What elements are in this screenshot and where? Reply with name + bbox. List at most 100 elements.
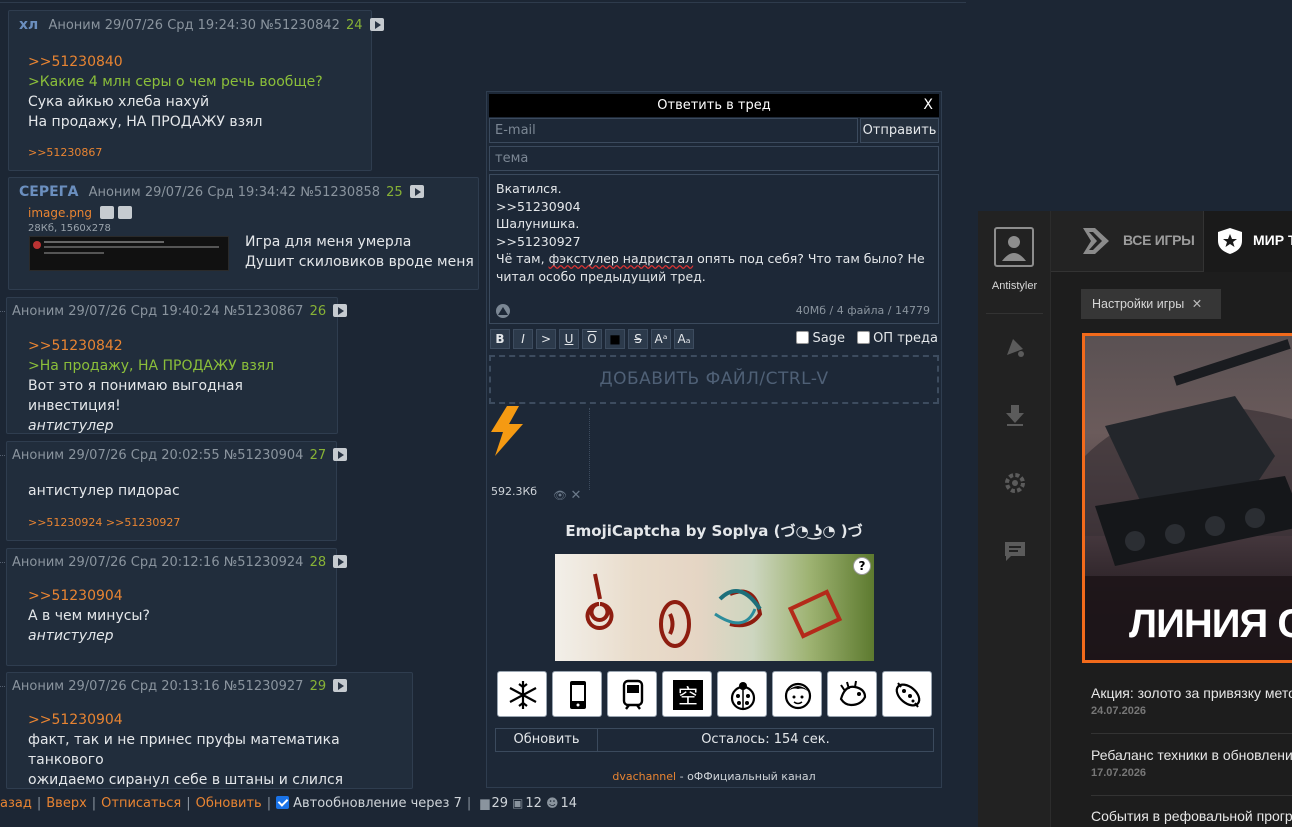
strike-button[interactable]: S [628, 329, 648, 349]
dragon-icon[interactable] [827, 671, 877, 717]
post-replies[interactable]: >>51230924 >>51230927 [28, 516, 180, 529]
captcha-help-button[interactable]: ? [853, 557, 871, 575]
post-header: хл Аноним 29/07/26 Срд 19:24:30 №5123084… [19, 17, 384, 33]
poster-name[interactable]: хл [19, 17, 38, 33]
sage-checkbox[interactable] [796, 331, 810, 344]
post-replies[interactable]: >>51230867 [28, 146, 102, 159]
tab-world-of-tanks[interactable]: МИР Т [1203, 211, 1292, 272]
tab-world-of-tanks-label: МИР Т [1253, 232, 1292, 248]
train-icon[interactable] [607, 671, 657, 717]
italic-button[interactable]: I [513, 329, 533, 349]
post-body: >>51230904 А в чем минусы? антистулер [28, 586, 150, 646]
post-menu-icon[interactable] [333, 555, 348, 568]
unsubscribe-link[interactable]: Отписаться [101, 796, 181, 811]
news-item[interactable]: Ребаланс техники в обновлении 17.07.2026 [1091, 747, 1292, 779]
chat-icon[interactable] [1003, 539, 1027, 563]
post-text-line: факт, так и не принес пруфы математика т… [28, 732, 340, 768]
channel-link[interactable]: dvachannel [612, 770, 676, 783]
kanji-sky-icon[interactable]: 空 [662, 671, 712, 717]
news-divider [1091, 733, 1292, 734]
download-icon[interactable] [117, 206, 132, 219]
search-icon[interactable] [99, 206, 114, 219]
post-body: антистулер пидорас [28, 481, 180, 501]
superscript-button[interactable]: Aᵃ [651, 329, 671, 349]
reply-link[interactable]: >>51230904 [28, 586, 150, 606]
post-text-line: Игра для меня умерла [245, 234, 412, 250]
post: Аноним 29/07/26 Срд 20:13:16 №51230927 2… [6, 672, 413, 789]
close-icon[interactable]: X [923, 94, 933, 117]
gear-icon[interactable] [1003, 471, 1027, 495]
post-menu-icon[interactable] [333, 679, 348, 692]
reply-link[interactable]: >>51230904 [28, 710, 412, 730]
message-line: >>51230927 [496, 233, 581, 249]
news-title: Акция: золото за привязку метод [1091, 685, 1292, 701]
comment-icon: ▆ [480, 796, 490, 810]
news-item[interactable]: События в рефовальной програм [1091, 808, 1292, 824]
launcher-sidebar: Antistyler [978, 211, 1051, 827]
email-field[interactable] [489, 118, 858, 143]
reply-link[interactable]: >>51230842 [28, 336, 337, 356]
captcha-drawing [585, 573, 843, 648]
back-link[interactable]: азад [0, 796, 32, 811]
subject-field[interactable] [489, 146, 939, 171]
overline-button[interactable]: O [582, 329, 602, 349]
post-menu-icon[interactable] [369, 18, 384, 31]
microbe-icon[interactable] [882, 671, 932, 717]
spoiler-button[interactable]: ■ [605, 329, 625, 349]
reply-form-title[interactable]: Ответить в тред X [489, 94, 939, 117]
file-thumbnail[interactable] [29, 236, 229, 271]
face-icon[interactable] [772, 671, 822, 717]
file-dropzone[interactable]: ДОБАВИТЬ ФАЙЛ/CTRL-V [489, 355, 939, 404]
up-link[interactable]: Вверх [46, 796, 87, 811]
reply-link[interactable]: >>51230840 [28, 52, 323, 72]
remove-icon[interactable]: ✕ [570, 488, 581, 503]
op-label: ОП треда [873, 331, 938, 346]
post-number[interactable]: №51230858 [300, 185, 380, 200]
send-button[interactable]: Отправить [860, 118, 939, 143]
captcha-refresh-button[interactable]: Обновить [496, 729, 598, 751]
tab-all-games[interactable]: ВСЕ ИГРЫ [1051, 211, 1203, 272]
post-header: Аноним 29/07/26 Срд 19:40:24 №51230867 2… [12, 304, 348, 319]
avatar[interactable] [994, 227, 1034, 267]
post-number[interactable]: №51230867 [224, 304, 304, 319]
post-menu-icon[interactable] [333, 448, 348, 461]
post-text-line: антистулер [28, 628, 114, 644]
post-number[interactable]: №51230904 [224, 448, 304, 463]
autorefresh-checkbox[interactable] [276, 796, 290, 809]
post-text-line: антистулер пидорас [28, 483, 180, 499]
underline-button[interactable]: U [559, 329, 579, 349]
notification-icon[interactable] [1003, 335, 1027, 359]
lightning-icon[interactable] [489, 406, 525, 456]
post-number[interactable]: №51230927 [224, 679, 304, 694]
snowflake-icon[interactable] [497, 671, 547, 717]
game-settings-button[interactable]: Настройки игры ✕ [1081, 289, 1221, 319]
captcha-timer: Осталось: 154 сек. [701, 732, 830, 747]
op-checkbox[interactable] [857, 331, 871, 344]
post-menu-icon[interactable] [333, 304, 348, 317]
quote-line: >На продажу, НА ПРОДАЖУ взял [28, 358, 275, 374]
post-count: 24 [346, 18, 363, 33]
refresh-link[interactable]: Обновить [196, 796, 262, 811]
post-number[interactable]: №51230842 [260, 18, 340, 33]
news-item[interactable]: Акция: золото за привязку метод 24.07.20… [1091, 685, 1292, 717]
quote-button[interactable]: > [536, 329, 556, 349]
post-body: >>51230904 факт, так и не принес пруфы м… [28, 710, 412, 790]
post-body: >>51230842 >На продажу, НА ПРОДАЖУ взял … [28, 336, 337, 436]
bold-button[interactable]: B [490, 329, 510, 349]
poster-anon: Аноним [88, 185, 141, 200]
launcher-username[interactable]: Antistyler [978, 280, 1051, 292]
post-menu-icon[interactable] [409, 185, 424, 198]
message-textarea[interactable]: Вкатился. >>51230904 Шалунишка. >>512309… [489, 174, 939, 324]
poster-name[interactable]: СЕРЕГА [19, 184, 78, 200]
eye-icon[interactable]: 👁 [553, 489, 567, 502]
phone-icon[interactable] [552, 671, 602, 717]
subscript-button[interactable]: Aₐ [674, 329, 694, 349]
file-name[interactable]: image.png [28, 206, 92, 220]
users-count: 14 [560, 796, 577, 811]
reply-form-title-text: Ответить в тред [657, 98, 771, 113]
download-icon[interactable] [1003, 403, 1027, 427]
ladybug-icon[interactable] [717, 671, 767, 717]
emoji-choices: 空 [497, 671, 937, 717]
promo-banner[interactable]: ЛИНИЯ С [1082, 333, 1292, 663]
post-number[interactable]: №51230924 [224, 555, 304, 570]
